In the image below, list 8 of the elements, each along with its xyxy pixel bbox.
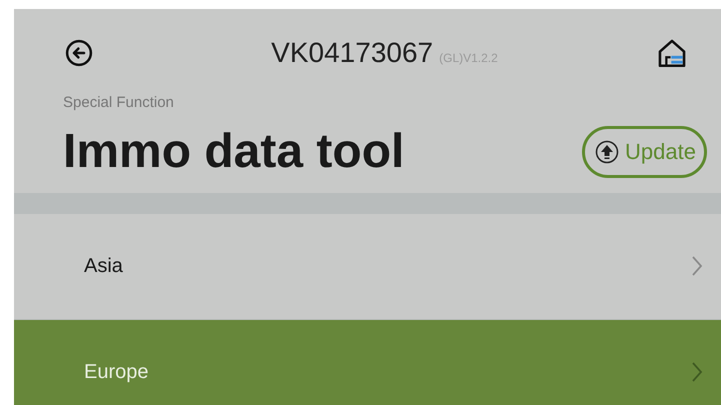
device-serial: VK04173067 bbox=[271, 36, 434, 70]
back-icon[interactable] bbox=[64, 38, 94, 68]
update-button[interactable]: Update bbox=[582, 126, 707, 178]
page-title: Immo data tool bbox=[63, 124, 404, 180]
breadcrumb-label: Special Function bbox=[63, 93, 175, 113]
chevron-right-icon bbox=[691, 360, 703, 382]
region-item[interactable]: Europe bbox=[14, 318, 721, 405]
chevron-right-icon bbox=[691, 255, 703, 277]
